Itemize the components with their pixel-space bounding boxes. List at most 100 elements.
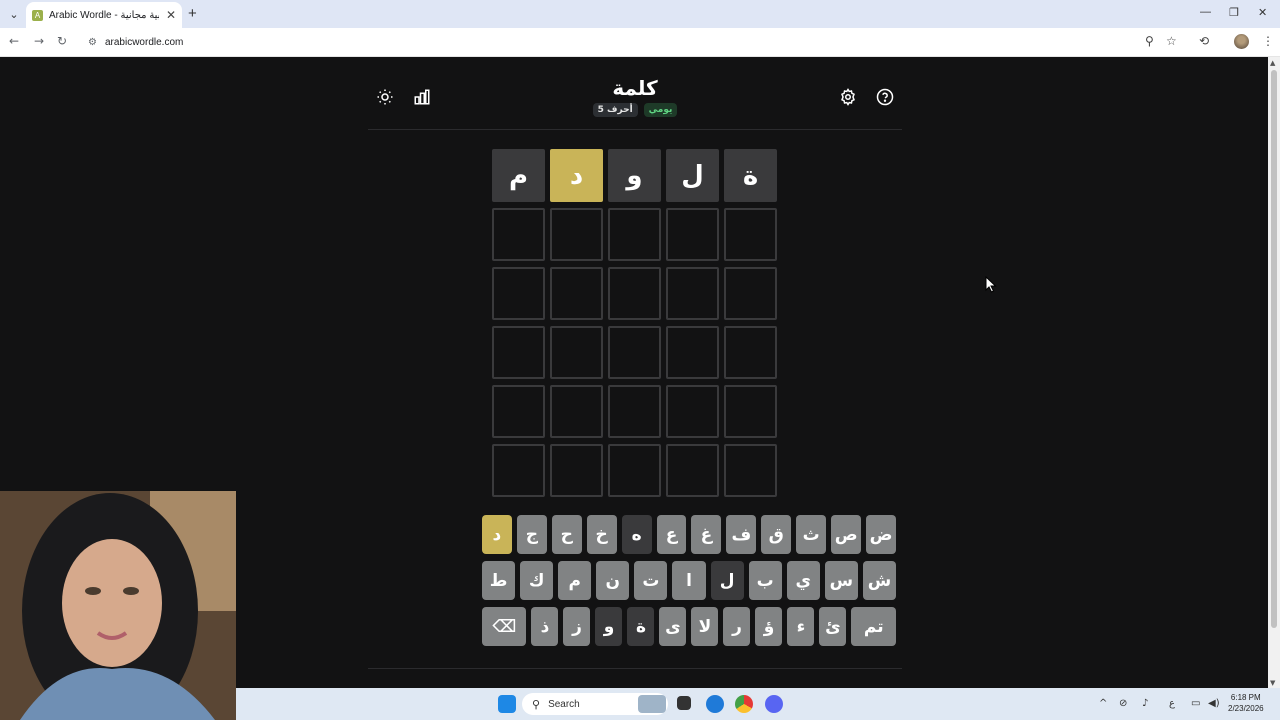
keyboard-key[interactable]: ر (723, 607, 751, 646)
board-row (492, 267, 779, 321)
keyboard-key[interactable]: ذ (531, 607, 559, 646)
keyboard-key[interactable]: ب (748, 561, 782, 600)
scrollbar-thumb[interactable] (1271, 70, 1277, 628)
keyboard-key[interactable]: ص (831, 515, 862, 554)
keyboard-key[interactable]: ع (656, 515, 687, 554)
board-tile (724, 326, 777, 379)
forward-icon[interactable]: → (34, 34, 44, 48)
keyboard-key[interactable]: ؤ (755, 607, 783, 646)
word-length-badge[interactable]: 5 أحرف (592, 103, 638, 117)
history-icon[interactable]: ⟲ (1199, 34, 1209, 48)
board-tile (666, 208, 719, 261)
board-tile (666, 385, 719, 438)
board-tile (724, 385, 777, 438)
back-icon[interactable]: ← (9, 34, 19, 48)
board-tile: د (550, 149, 603, 202)
keyboard-key[interactable]: ج (516, 515, 547, 554)
board-tile (666, 444, 719, 497)
keyboard-key[interactable]: ى (659, 607, 687, 646)
board-tile (608, 326, 661, 379)
keyboard-key[interactable]: ئ (819, 607, 847, 646)
tab-search-icon[interactable]: ⌄ (4, 4, 24, 24)
keyboard-key[interactable]: ف (726, 515, 757, 554)
keyboard-key[interactable]: ا (672, 561, 706, 600)
start-menu-icon[interactable] (498, 695, 516, 713)
system-clock[interactable]: 6:18 PM 2/23/2026 (1228, 692, 1264, 714)
board-tile (666, 267, 719, 320)
network-icon[interactable]: ▭ (1191, 698, 1200, 709)
mode-badges: 5 أحرف يومي (368, 103, 902, 117)
board-tile (550, 385, 603, 438)
gear-icon[interactable] (837, 86, 859, 108)
browser-tabstrip: ⌄ A Arabic Wordle - ألغاز عربية مجانية ✕… (0, 0, 1280, 28)
keyboard-key[interactable]: ه (621, 515, 652, 554)
keyboard-key[interactable]: ش (862, 561, 896, 600)
scroll-down-icon[interactable]: ▼ (1270, 679, 1275, 687)
keyboard-key[interactable]: خ (586, 515, 617, 554)
keyboard-key[interactable]: ح (551, 515, 582, 554)
zoom-icon[interactable]: ⚲ (1145, 34, 1154, 48)
address-bar[interactable]: ⚙ arabicwordle.com (80, 31, 1190, 53)
tray-overflow-icon[interactable]: ^ (1099, 698, 1107, 709)
tab-title: Arabic Wordle - ألغاز عربية مجانية (49, 9, 159, 21)
volume-icon[interactable]: ◀) (1208, 698, 1220, 709)
site-info-icon[interactable]: ⚙ (88, 37, 97, 48)
help-icon[interactable] (874, 86, 896, 108)
menu-kebab-icon[interactable]: ⋮ (1262, 34, 1274, 48)
bookmark-star-icon[interactable]: ☆ (1166, 34, 1177, 48)
discord-icon[interactable] (765, 695, 783, 713)
clock-time: 6:18 PM (1230, 693, 1261, 702)
search-icon: ⚲ (532, 698, 541, 711)
profile-avatar[interactable] (1234, 34, 1249, 49)
keyboard-key[interactable]: و (595, 607, 623, 646)
backspace-key[interactable]: ⌫ (481, 607, 527, 646)
close-window-icon[interactable]: ✕ (1258, 6, 1267, 19)
input-language-icon[interactable]: ع (1169, 698, 1175, 709)
keyboard-key[interactable]: ت (634, 561, 668, 600)
board-tile (492, 208, 545, 261)
keyboard-key[interactable]: غ (691, 515, 722, 554)
game-board: مدولة (492, 149, 779, 503)
microphone-icon[interactable]: ♪ (1142, 698, 1148, 709)
board-tile (724, 267, 777, 320)
scroll-up-icon[interactable]: ▲ (1270, 59, 1275, 67)
board-row (492, 326, 779, 380)
daily-mode-badge[interactable]: يومي (643, 103, 678, 117)
keyboard-key[interactable]: ث (796, 515, 827, 554)
keyboard-key[interactable]: ن (596, 561, 630, 600)
enter-key[interactable]: تم (851, 607, 896, 646)
widgets-icon[interactable] (638, 695, 666, 713)
webcam-overlay (0, 491, 236, 720)
url-text: arabicwordle.com (104, 36, 184, 48)
keyboard-key[interactable]: ق (761, 515, 792, 554)
board-row (492, 208, 779, 262)
clock-date: 2/23/2026 (1228, 704, 1264, 713)
keyboard-key[interactable]: ط (481, 561, 516, 600)
keyboard-key[interactable]: م (558, 561, 592, 600)
keyboard-key[interactable]: ة (627, 607, 655, 646)
keyboard-key[interactable]: ز (563, 607, 591, 646)
sync-off-icon[interactable]: ⊘ (1119, 698, 1127, 709)
minimize-icon[interactable]: — (1200, 6, 1211, 18)
keyboard-key[interactable]: س (824, 561, 858, 600)
keyboard-key[interactable]: ء (787, 607, 815, 646)
edge-icon[interactable] (706, 695, 724, 713)
board-tile (608, 385, 661, 438)
keyboard-key[interactable]: ل (710, 561, 744, 600)
keyboard-key[interactable]: لا (691, 607, 719, 646)
keyboard-key[interactable]: ض (866, 515, 896, 554)
chrome-icon[interactable] (735, 695, 753, 713)
keyboard-key[interactable]: ي (786, 561, 820, 600)
board-tile (492, 326, 545, 379)
keyboard-key[interactable]: ك (520, 561, 554, 600)
reload-icon[interactable]: ↻ (57, 34, 67, 48)
close-tab-icon[interactable]: ✕ (166, 8, 176, 22)
browser-tab[interactable]: A Arabic Wordle - ألغاز عربية مجانية ✕ (26, 2, 182, 28)
restore-icon[interactable]: ❐ (1229, 6, 1239, 19)
board-tile (492, 444, 545, 497)
board-tile (492, 385, 545, 438)
keyboard-key[interactable]: د (481, 515, 512, 554)
new-tab-icon[interactable]: + (188, 5, 197, 22)
task-view-icon[interactable] (677, 696, 691, 710)
board-tile: ة (724, 149, 777, 202)
